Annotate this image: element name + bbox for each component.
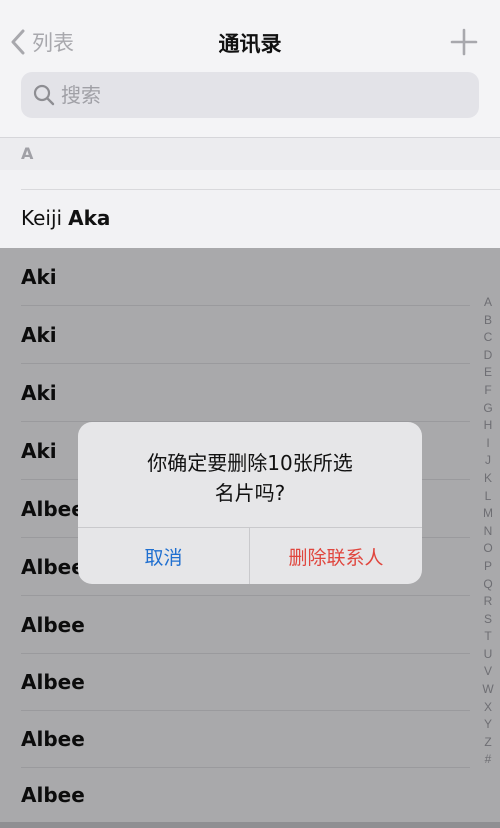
navigation-header: 列表 通讯录 — [0, 0, 500, 138]
search-icon — [33, 84, 55, 106]
index-letter[interactable]: B — [484, 312, 492, 330]
index-letter[interactable]: Q — [483, 576, 492, 594]
search-input[interactable] — [61, 83, 461, 107]
contacts-screen: 列表 通讯录 A Keiji Aka Aki Aki — [0, 0, 500, 828]
index-letter[interactable]: W — [482, 681, 493, 699]
delete-contacts-button[interactable]: 删除联系人 — [250, 528, 422, 584]
index-letter[interactable]: L — [485, 488, 492, 506]
index-letter[interactable]: P — [484, 558, 492, 576]
contact-row[interactable]: Albee — [0, 766, 500, 824]
index-letter[interactable]: E — [484, 364, 492, 382]
cancel-button[interactable]: 取消 — [78, 528, 249, 584]
index-letter[interactable]: # — [485, 751, 492, 769]
index-letter[interactable]: C — [484, 329, 493, 347]
index-letter[interactable]: N — [484, 523, 493, 541]
contact-row[interactable]: Aki — [0, 248, 500, 306]
contact-row[interactable]: Aki — [0, 306, 500, 364]
index-letter[interactable]: Z — [484, 734, 491, 752]
contact-name: Albee — [21, 727, 85, 751]
index-letter[interactable]: M — [483, 505, 493, 523]
contact-first-name: Keiji — [21, 206, 63, 230]
contact-name: Aki — [21, 323, 57, 347]
alphabet-index-bar[interactable]: A B C D E F G H I J K L M N O P Q R S T … — [480, 294, 496, 769]
index-letter[interactable]: S — [484, 611, 492, 629]
alert-message: 你确定要删除10张所选 名片吗? — [78, 448, 422, 508]
search-bar[interactable] — [21, 72, 479, 118]
index-letter[interactable]: F — [484, 382, 491, 400]
contact-name: Aki — [21, 439, 57, 463]
index-letter[interactable]: T — [484, 628, 491, 646]
index-letter[interactable]: A — [484, 294, 492, 312]
index-letter[interactable]: J — [485, 452, 491, 470]
contact-row-keiji-aka[interactable]: Keiji Aka — [0, 189, 500, 247]
plus-icon — [450, 28, 478, 56]
contact-row[interactable]: Albee — [0, 596, 500, 654]
delete-confirm-alert: 你确定要删除10张所选 名片吗? 取消 删除联系人 — [78, 422, 422, 584]
alert-message-line1: 你确定要删除10张所选 — [147, 451, 353, 475]
index-letter[interactable]: H — [484, 417, 493, 435]
index-letter[interactable]: G — [483, 400, 492, 418]
row-separator — [21, 189, 500, 190]
index-letter[interactable]: O — [483, 540, 492, 558]
contact-row[interactable]: Aki — [0, 364, 500, 422]
index-letter[interactable]: D — [484, 347, 493, 365]
contact-name: Albee — [21, 613, 85, 637]
contact-name: Albee — [21, 783, 85, 807]
contact-name: Albee — [21, 555, 85, 579]
bottom-edge — [0, 822, 500, 828]
index-letter[interactable]: X — [484, 699, 492, 717]
alert-message-line2: 名片吗? — [214, 481, 286, 505]
index-letter[interactable]: Y — [484, 716, 492, 734]
index-letter[interactable]: K — [484, 470, 492, 488]
index-letter[interactable]: U — [484, 646, 493, 664]
contact-name: Albee — [21, 670, 85, 694]
add-contact-button[interactable] — [450, 28, 478, 56]
contact-name: Aki — [21, 265, 57, 289]
page-title: 通讯录 — [218, 32, 282, 56]
contact-name: Aki — [21, 381, 57, 405]
index-letter[interactable]: R — [484, 593, 493, 611]
index-letter[interactable]: V — [484, 663, 492, 681]
contact-last-name: Aka — [68, 206, 111, 230]
contact-row[interactable]: Albee — [0, 653, 500, 711]
index-letter[interactable]: I — [486, 435, 489, 453]
section-header-a: A — [0, 138, 500, 170]
contact-name: Albee — [21, 497, 85, 521]
contact-row[interactable]: Albee — [0, 710, 500, 768]
